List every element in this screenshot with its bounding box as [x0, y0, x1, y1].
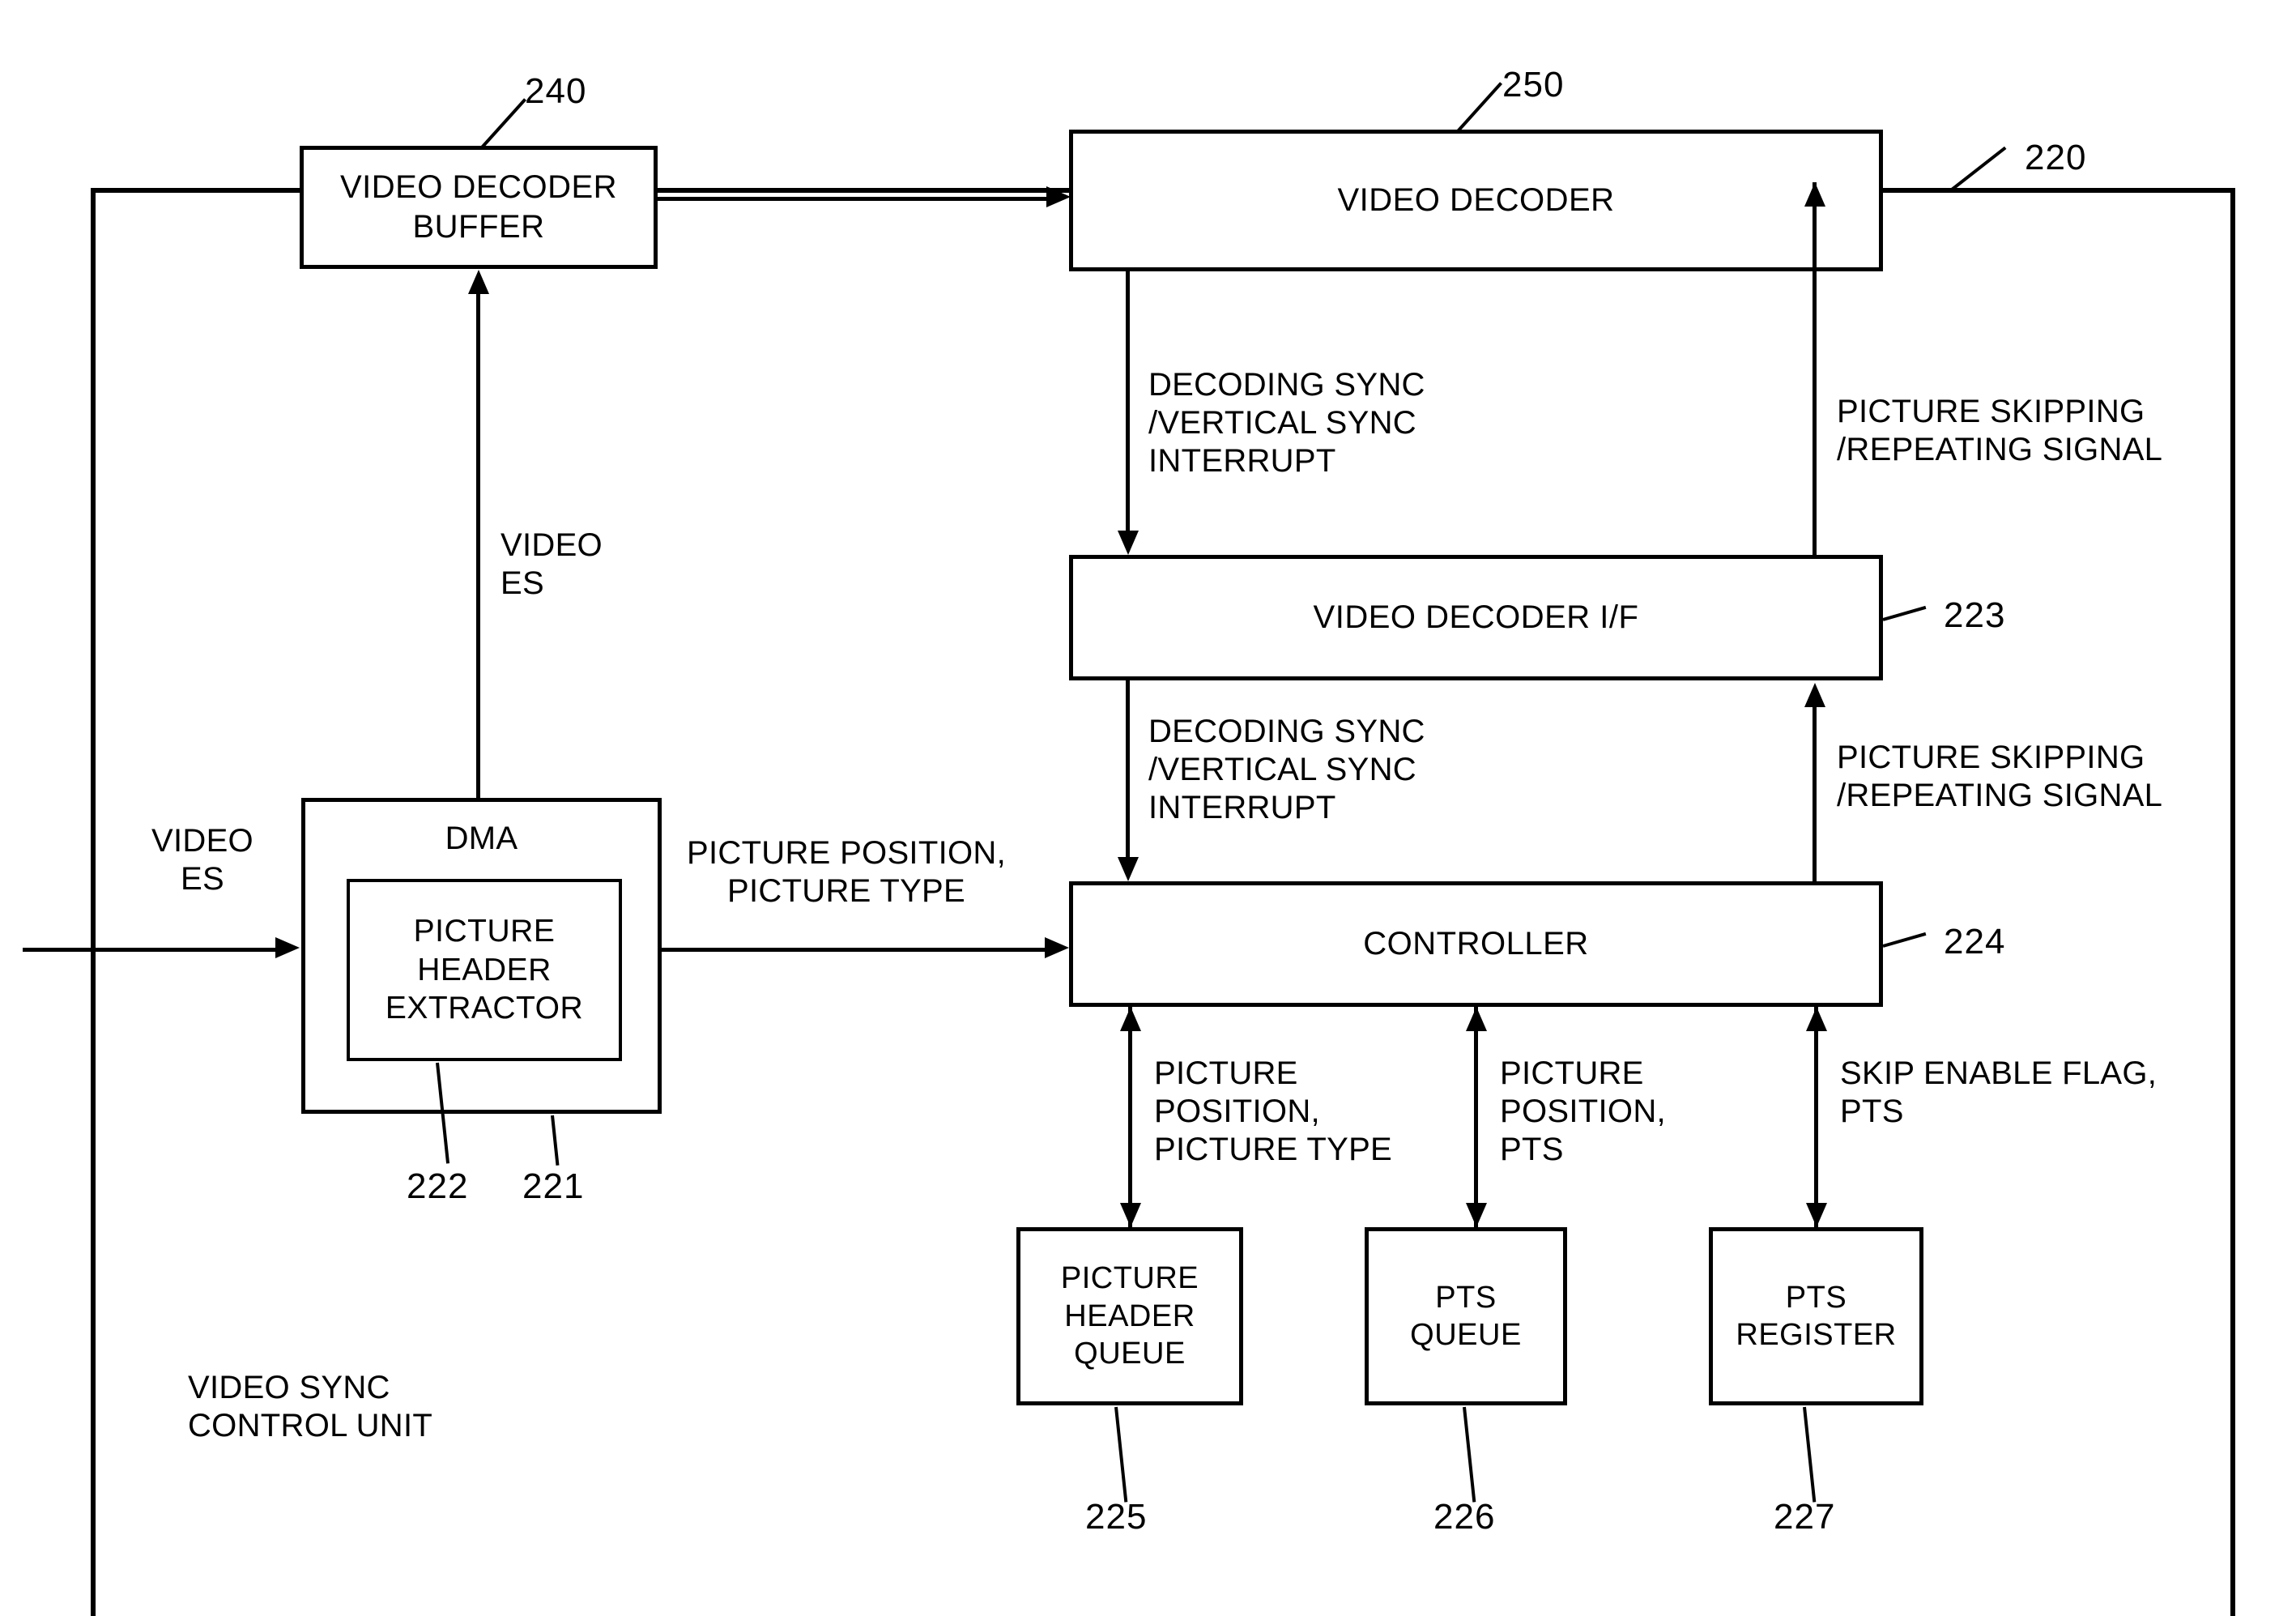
ref-221: 221: [522, 1166, 585, 1206]
video-decoder-buffer-box: VIDEO DECODER BUFFER: [300, 146, 658, 269]
controller-to-if-line: [1813, 705, 1817, 881]
ref-220: 220: [2025, 138, 2087, 177]
register-pts-signal-label: SKIP ENABLE FLAG, PTS: [1840, 1055, 2158, 1130]
ref-220-leader: [1950, 146, 2007, 191]
figure-canvas: 220 VIDEO SYNC CONTROL UNIT VIDEO DECODE…: [0, 0, 2296, 1616]
ref-240: 240: [525, 71, 587, 111]
picture-skipping-top-label: PICTURE SKIPPING /REPEATING SIGNAL: [1837, 394, 2163, 468]
dma-to-controller-line: [662, 948, 1045, 952]
buffer-to-decoder-line: [658, 197, 1046, 201]
pts-queue-box: PTS QUEUE: [1365, 1227, 1567, 1405]
controller-to-pts-register-line: [1814, 1007, 1818, 1227]
ref-222: 222: [407, 1166, 469, 1206]
ref-226: 226: [1433, 1497, 1496, 1537]
controller-box: CONTROLLER: [1069, 881, 1883, 1007]
ref-227: 227: [1774, 1497, 1836, 1537]
controller-to-if-arrowhead: [1804, 683, 1825, 707]
controller-to-pts-queue-arrowhead-down: [1466, 1203, 1487, 1227]
ref-225: 225: [1085, 1497, 1148, 1537]
dma-to-buffer-arrowhead: [468, 270, 489, 294]
video-es-to-buffer-label: VIDEO ES: [501, 527, 603, 602]
picture-skipping-bottom-label: PICTURE SKIPPING /REPEATING SIGNAL: [1837, 740, 2163, 814]
controller-to-pts-register-arrowhead-down: [1806, 1203, 1827, 1227]
decoder-to-if-line: [1126, 271, 1130, 531]
decoder-to-if-arrowhead: [1118, 531, 1139, 555]
controller-to-header-queue-arrowhead-up: [1120, 1007, 1141, 1031]
video-es-input-line: [23, 948, 275, 952]
video-es-input-arrowhead: [275, 937, 300, 958]
video-es-input-label: VIDEO ES: [151, 823, 253, 898]
video-sync-control-unit-label: VIDEO SYNC CONTROL UNIT: [188, 1370, 433, 1444]
dma-label: DMA: [445, 821, 518, 856]
controller-to-pts-register-arrowhead-up: [1806, 1007, 1827, 1031]
buffer-to-decoder-arrowhead: [1046, 186, 1071, 207]
ref-223: 223: [1944, 595, 2006, 635]
picture-header-queue-box: PICTURE HEADER QUEUE: [1016, 1227, 1243, 1405]
queue-header-signal-label: PICTURE POSITION, PICTURE TYPE: [1154, 1055, 1393, 1168]
video-decoder-box: VIDEO DECODER: [1069, 130, 1883, 271]
ref-224: 224: [1944, 922, 2006, 961]
picture-header-extractor-box: PICTURE HEADER EXTRACTOR: [347, 879, 622, 1061]
ref-250-leader: [1456, 82, 1503, 133]
decoding-sync-bottom-label: DECODING SYNC /VERTICAL SYNC INTERRUPT: [1148, 714, 1425, 826]
if-to-controller-line: [1126, 680, 1130, 857]
pts-register-box: PTS REGISTER: [1709, 1227, 1923, 1405]
decoding-sync-top-label: DECODING SYNC /VERTICAL SYNC INTERRUPT: [1148, 367, 1425, 480]
controller-to-header-queue-line: [1128, 1007, 1132, 1227]
controller-to-pts-queue-arrowhead-up: [1466, 1007, 1487, 1031]
dma-to-buffer-line: [476, 292, 480, 800]
ref-240-leader: [480, 98, 527, 149]
if-to-decoder-line: [1813, 182, 1817, 555]
controller-to-header-queue-arrowhead-down: [1120, 1203, 1141, 1227]
if-to-decoder-arrowhead: [1804, 182, 1825, 207]
queue-pts-signal-label: PICTURE POSITION, PTS: [1500, 1055, 1666, 1168]
controller-to-pts-queue-line: [1474, 1007, 1478, 1227]
if-to-controller-arrowhead: [1118, 857, 1139, 881]
picture-position-type-label: PICTURE POSITION, PICTURE TYPE: [686, 835, 1007, 910]
video-decoder-if-box: VIDEO DECODER I/F: [1069, 555, 1883, 680]
ref-250: 250: [1502, 65, 1565, 104]
dma-to-controller-arrowhead: [1045, 937, 1069, 958]
